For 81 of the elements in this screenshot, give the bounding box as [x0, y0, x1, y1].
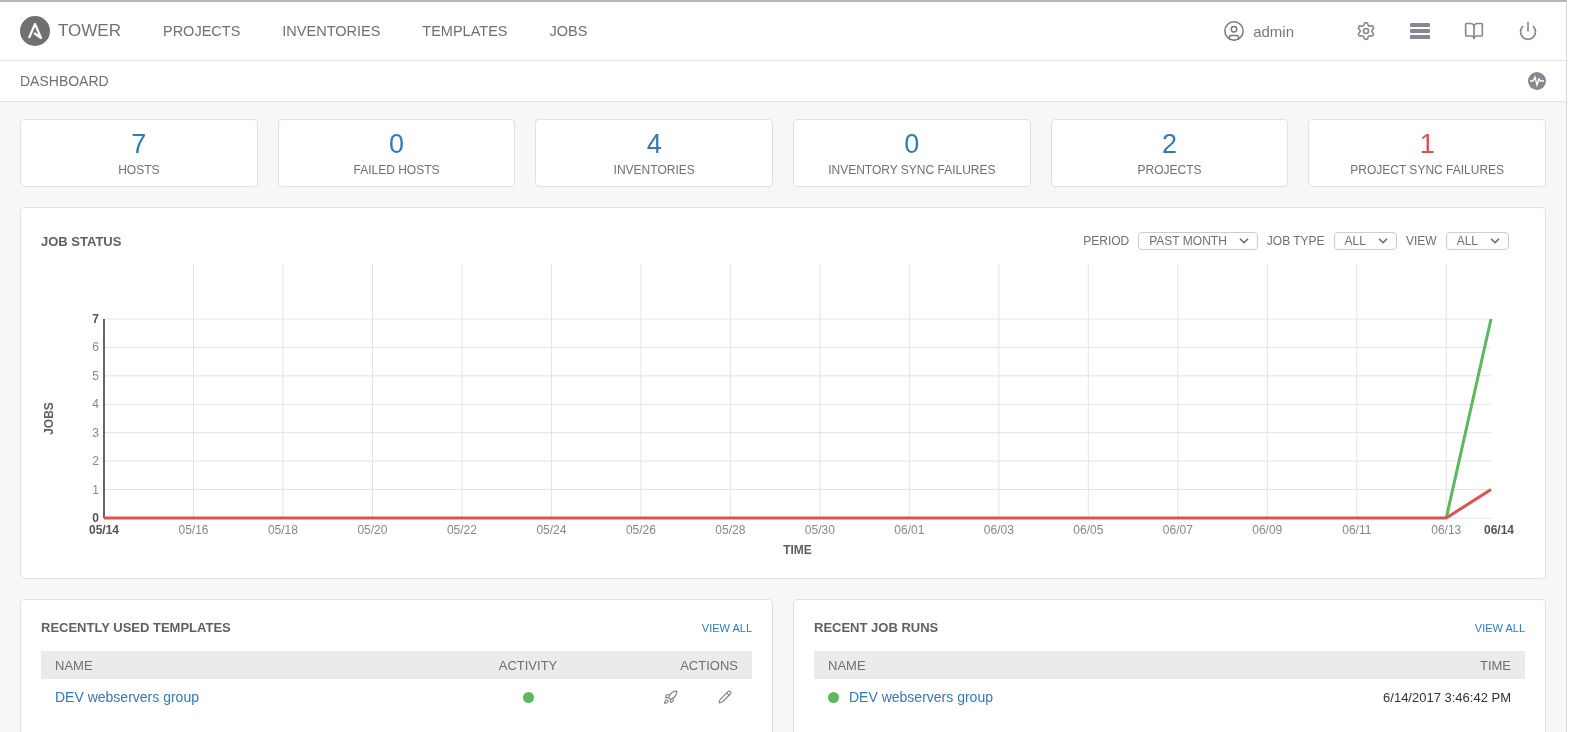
- count-label: HOSTS: [118, 163, 160, 177]
- x-axis-title: TIME: [783, 543, 812, 557]
- count-label: PROJECTS: [1137, 163, 1202, 177]
- launch-button[interactable]: [663, 689, 678, 705]
- activity-icon[interactable]: [1528, 72, 1546, 90]
- x-tick-label: 06/09: [1252, 523, 1283, 537]
- count-label: PROJECT SYNC FAILURES: [1350, 163, 1505, 177]
- y-tick-label: 6: [92, 340, 99, 355]
- column-header: TIME: [1478, 657, 1511, 673]
- x-tick-label: 06/03: [983, 523, 1014, 537]
- x-tick-label: 06/11: [1342, 523, 1372, 537]
- x-tick-label: 05/30: [804, 523, 835, 537]
- count-value: 7: [131, 129, 147, 159]
- x-tick-label: 05/22: [446, 523, 477, 537]
- x-tick-label: 06/07: [1162, 523, 1193, 537]
- count-value: 1: [1419, 129, 1435, 159]
- count-value: 0: [904, 129, 920, 159]
- panel-title: RECENT JOB RUNS: [814, 620, 939, 635]
- y-tick-label: 0: [92, 511, 99, 525]
- y-tick-label: 4: [92, 397, 99, 412]
- logo-icon: [20, 16, 50, 46]
- server-button[interactable]: [1410, 23, 1430, 39]
- nav-link[interactable]: JOBS: [549, 23, 588, 39]
- x-tick-label: 06/05: [1073, 523, 1104, 537]
- x-tick-label: 05/24: [536, 523, 567, 537]
- count-label: INVENTORIES: [613, 163, 695, 177]
- nav-link[interactable]: PROJECTS: [162, 23, 241, 39]
- job-time: 6/14/2017 3:46:42 PM: [1383, 689, 1511, 705]
- nav-link[interactable]: INVENTORIES: [282, 23, 381, 39]
- panel-title: RECENTLY USED TEMPLATES: [41, 620, 231, 635]
- count-card[interactable]: 7 HOSTS: [20, 119, 258, 187]
- x-tick-label: 05/28: [715, 523, 746, 537]
- filter-label: JOB TYPE: [1266, 234, 1325, 248]
- column-header: ACTIVITY: [497, 657, 559, 673]
- template-link[interactable]: DEV webservers group: [55, 689, 199, 705]
- brand-name: TOWER: [58, 21, 121, 41]
- y-axis-title: JOBS: [42, 402, 56, 435]
- count-card[interactable]: 1 PROJECT SYNC FAILURES: [1308, 119, 1546, 187]
- settings-button[interactable]: [1356, 21, 1376, 41]
- count-card[interactable]: 2 PROJECTS: [1050, 119, 1289, 187]
- y-tick-label: 2: [92, 454, 99, 469]
- edit-button[interactable]: [718, 690, 732, 704]
- column-header: NAME: [55, 657, 94, 673]
- job-link[interactable]: DEV webservers group: [849, 689, 993, 705]
- count-card[interactable]: 0 INVENTORY SYNC FAILURES: [793, 119, 1031, 187]
- filter-select[interactable]: PAST MONTH: [1138, 232, 1258, 250]
- y-tick-label: 7: [92, 312, 99, 326]
- count-label: INVENTORY SYNC FAILURES: [828, 163, 996, 177]
- y-tick-label: 5: [92, 368, 99, 383]
- count-card[interactable]: 4 INVENTORIES: [535, 119, 773, 187]
- panel-title: JOB STATUS: [41, 233, 122, 249]
- count-label: FAILED HOSTS: [353, 163, 440, 177]
- breadcrumb: DASHBOARD: [20, 73, 109, 89]
- y-tick-label: 1: [92, 482, 99, 497]
- y-tick-label: 3: [92, 425, 99, 440]
- column-header: NAME: [828, 657, 867, 673]
- count-card[interactable]: 0 FAILED HOSTS: [277, 119, 516, 187]
- server-icon: [1410, 23, 1430, 39]
- filter-select[interactable]: ALL: [1333, 232, 1397, 250]
- x-tick-label: 06/01: [894, 523, 925, 537]
- filter-label: VIEW: [1405, 234, 1437, 248]
- user-link[interactable]: admin: [1223, 20, 1294, 42]
- x-tick-label: 05/18: [267, 523, 298, 537]
- x-tick-label: 06/14: [1484, 523, 1514, 537]
- x-tick-label: 05/14: [89, 523, 119, 537]
- nav-link[interactable]: TEMPLATES: [422, 23, 508, 39]
- column-header: ACTIONS: [679, 657, 738, 673]
- x-tick-label: 05/20: [357, 523, 388, 537]
- count-value: 4: [646, 129, 662, 159]
- x-tick-label: 05/26: [625, 523, 656, 537]
- power-button[interactable]: [1518, 21, 1538, 41]
- x-tick-label: 05/16: [178, 523, 209, 537]
- view-all-link[interactable]: VIEW ALL: [701, 621, 752, 634]
- x-tick-label: 06/13: [1431, 523, 1462, 537]
- filter-label: PERIOD: [1083, 234, 1130, 248]
- count-value: 2: [1161, 129, 1177, 159]
- book-button[interactable]: [1464, 21, 1484, 41]
- view-all-link[interactable]: VIEW ALL: [1474, 621, 1525, 634]
- count-value: 0: [388, 129, 404, 159]
- user-icon: [1223, 20, 1246, 42]
- filter-select[interactable]: ALL: [1445, 232, 1509, 250]
